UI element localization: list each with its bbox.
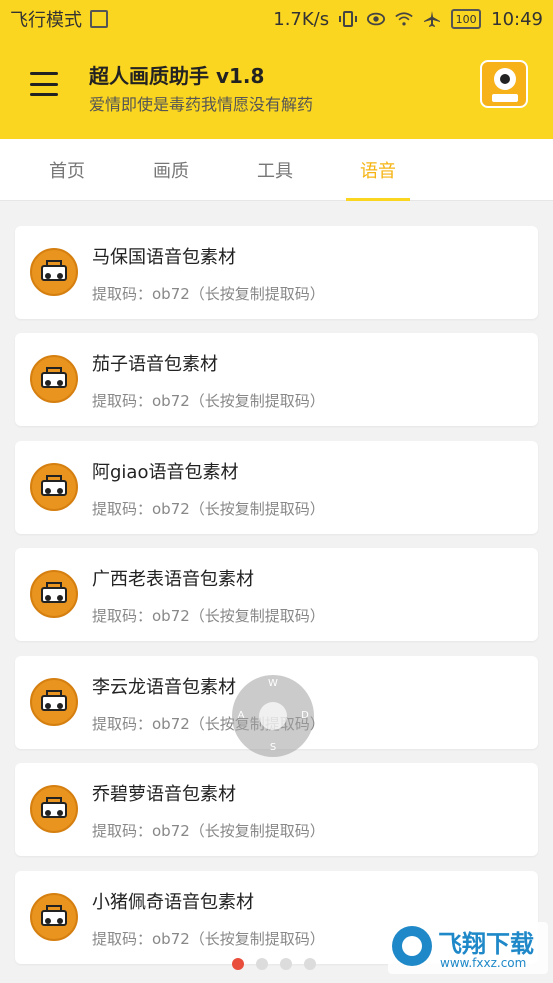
tab-active-indicator bbox=[346, 198, 410, 201]
tab-tools[interactable]: 工具 bbox=[235, 139, 315, 201]
wifi-icon bbox=[395, 10, 413, 28]
radio-icon bbox=[30, 570, 78, 618]
key-d[interactable]: D bbox=[299, 710, 311, 721]
watermark: 飞翔下载 www.fxxz.com bbox=[388, 922, 548, 974]
airplane-mode-text: 飞行模式 bbox=[10, 10, 82, 31]
key-a[interactable]: A bbox=[235, 710, 247, 721]
list-item[interactable]: 茄子语音包素材 提取码：ob72（长按复制提取码） bbox=[15, 333, 538, 426]
clock: 10:49 bbox=[491, 8, 543, 30]
item-title: 小猪佩奇语音包素材 bbox=[92, 892, 254, 913]
airplane-icon bbox=[423, 10, 441, 28]
radio-icon bbox=[30, 248, 78, 296]
image-notification-icon bbox=[90, 10, 108, 28]
item-code[interactable]: 提取码：ob72（长按复制提取码） bbox=[92, 928, 325, 949]
tab-voice-label: 语音 bbox=[360, 161, 396, 182]
avatar-mouth-icon bbox=[492, 94, 518, 102]
tab-bar: 首页 画质 工具 语音 bbox=[0, 139, 553, 201]
item-code[interactable]: 提取码：ob72（长按复制提取码） bbox=[92, 390, 325, 411]
radio-icon bbox=[30, 893, 78, 941]
radio-icon bbox=[30, 678, 78, 726]
list-item[interactable]: 广西老表语音包素材 提取码：ob72（长按复制提取码） bbox=[15, 548, 538, 641]
key-s[interactable]: S bbox=[267, 742, 279, 753]
page-dot[interactable] bbox=[256, 958, 268, 970]
tab-voice[interactable]: 语音 bbox=[338, 139, 418, 201]
tab-home-label: 首页 bbox=[49, 161, 85, 182]
avatar[interactable] bbox=[480, 60, 528, 108]
item-title: 广西老表语音包素材 bbox=[92, 569, 254, 590]
watermark-logo-icon bbox=[392, 926, 432, 966]
tab-tools-label: 工具 bbox=[257, 161, 293, 182]
item-title: 茄子语音包素材 bbox=[92, 354, 218, 375]
item-code[interactable]: 提取码：ob72（长按复制提取码） bbox=[92, 605, 325, 626]
page-dot[interactable] bbox=[280, 958, 292, 970]
vibrate-icon bbox=[339, 10, 358, 28]
wasd-joystick[interactable]: W A D S bbox=[232, 675, 314, 757]
network-speed: 1.7K/s bbox=[273, 8, 330, 30]
app-subtitle: 爱情即使是毒药我情愿没有解药 bbox=[89, 95, 314, 114]
page-dot-active[interactable] bbox=[232, 958, 244, 970]
item-title: 李云龙语音包素材 bbox=[92, 677, 236, 698]
radio-icon bbox=[30, 785, 78, 833]
watermark-url: www.fxxz.com bbox=[440, 956, 527, 970]
item-code[interactable]: 提取码：ob72（长按复制提取码） bbox=[92, 283, 325, 304]
item-code[interactable]: 提取码：ob72（长按复制提取码） bbox=[92, 820, 325, 841]
page-indicator bbox=[232, 958, 316, 970]
watermark-text: 飞翔下载 bbox=[438, 930, 534, 958]
tab-quality-label: 画质 bbox=[153, 161, 189, 182]
battery-icon: 100 bbox=[451, 9, 482, 29]
avatar-eye-icon bbox=[494, 68, 516, 90]
status-bar: 飞行模式 1.7K/s 100 10:49 bbox=[0, 0, 553, 38]
list-item[interactable]: 阿giao语音包素材 提取码：ob72（长按复制提取码） bbox=[15, 441, 538, 534]
item-title: 马保国语音包素材 bbox=[92, 247, 236, 268]
page-dot[interactable] bbox=[304, 958, 316, 970]
menu-icon[interactable] bbox=[30, 72, 58, 96]
key-w[interactable]: W bbox=[267, 678, 279, 689]
app-title: 超人画质助手 v1.8 bbox=[89, 64, 265, 88]
tab-quality[interactable]: 画质 bbox=[131, 139, 211, 201]
app-bar: 超人画质助手 v1.8 爱情即使是毒药我情愿没有解药 bbox=[0, 38, 553, 139]
radio-icon bbox=[30, 355, 78, 403]
joystick-knob[interactable] bbox=[259, 702, 287, 730]
item-code[interactable]: 提取码：ob72（长按复制提取码） bbox=[92, 498, 325, 519]
eye-icon bbox=[367, 10, 386, 28]
item-title: 乔碧萝语音包素材 bbox=[92, 784, 236, 805]
tab-home[interactable]: 首页 bbox=[27, 139, 107, 201]
item-title: 阿giao语音包素材 bbox=[92, 462, 239, 483]
radio-icon bbox=[30, 463, 78, 511]
list-item[interactable]: 乔碧萝语音包素材 提取码：ob72（长按复制提取码） bbox=[15, 763, 538, 856]
list-item[interactable]: 马保国语音包素材 提取码：ob72（长按复制提取码） bbox=[15, 226, 538, 319]
